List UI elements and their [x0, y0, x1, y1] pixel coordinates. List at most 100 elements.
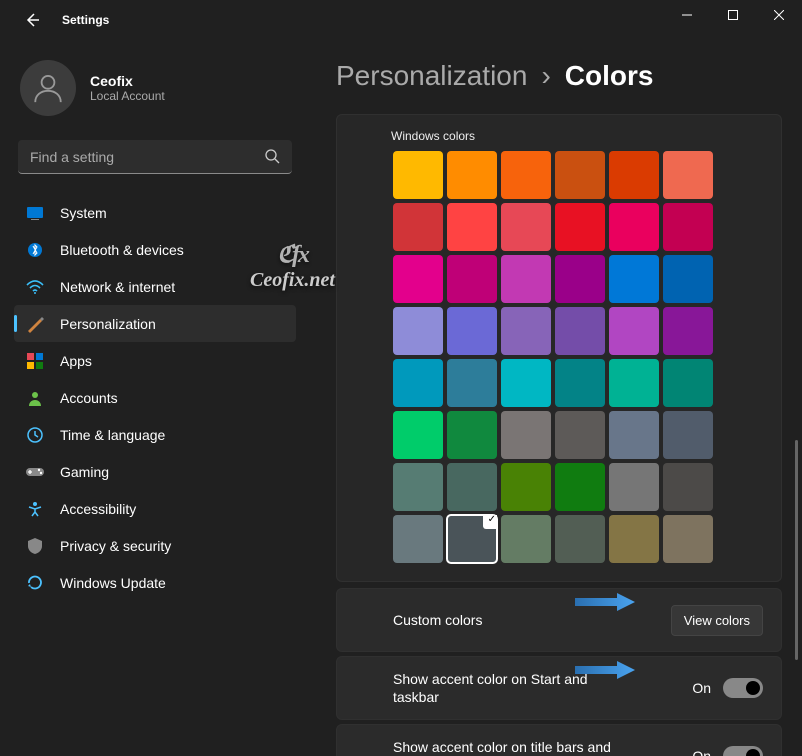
color-swatch[interactable]: [501, 411, 551, 459]
accent-titlebar-toggle[interactable]: [723, 746, 763, 756]
color-swatch[interactable]: [609, 359, 659, 407]
color-swatch[interactable]: [609, 307, 659, 355]
back-button[interactable]: [20, 8, 44, 32]
system-icon: [26, 204, 44, 222]
sidebar-item-system[interactable]: System: [14, 194, 296, 231]
sidebar-item-label: Gaming: [60, 464, 109, 480]
color-swatch[interactable]: ✓: [447, 515, 497, 563]
sidebar-item-network[interactable]: Network & internet: [14, 268, 296, 305]
accent-titlebar-state: On: [692, 748, 711, 756]
color-swatch[interactable]: [393, 307, 443, 355]
scrollbar[interactable]: [795, 440, 798, 660]
sidebar-item-apps[interactable]: Apps: [14, 342, 296, 379]
sidebar-item-time[interactable]: Time & language: [14, 416, 296, 453]
color-swatch[interactable]: [393, 203, 443, 251]
color-swatch[interactable]: [555, 203, 605, 251]
window-title: Settings: [62, 13, 109, 27]
color-swatch[interactable]: [555, 463, 605, 511]
sidebar-item-label: Personalization: [60, 316, 156, 332]
color-swatch[interactable]: [447, 411, 497, 459]
color-swatch[interactable]: [501, 307, 551, 355]
time-icon: [26, 426, 44, 444]
minimize-button[interactable]: [664, 0, 710, 30]
checkmark-icon: ✓: [488, 514, 496, 525]
user-profile[interactable]: Ceofix Local Account: [14, 50, 296, 140]
color-swatch[interactable]: [555, 151, 605, 199]
color-swatch[interactable]: [663, 255, 713, 303]
sidebar-item-label: Accessibility: [60, 501, 136, 517]
color-swatch[interactable]: [501, 463, 551, 511]
sidebar: Ceofix Local Account System Bluetooth & d…: [0, 40, 310, 756]
breadcrumb: Personalization › Colors: [336, 60, 782, 92]
search-input[interactable]: [18, 140, 292, 174]
custom-colors-row: Custom colors View colors: [336, 588, 782, 652]
color-swatch[interactable]: [609, 255, 659, 303]
network-icon: [26, 278, 44, 296]
color-swatch[interactable]: [609, 463, 659, 511]
color-swatch[interactable]: [393, 359, 443, 407]
view-colors-button[interactable]: View colors: [671, 605, 763, 636]
update-icon: [26, 574, 44, 592]
color-swatch[interactable]: [501, 515, 551, 563]
color-swatch[interactable]: [501, 359, 551, 407]
color-swatch[interactable]: [555, 307, 605, 355]
accent-taskbar-toggle[interactable]: [723, 678, 763, 698]
breadcrumb-current: Colors: [565, 60, 654, 92]
sidebar-item-gaming[interactable]: Gaming: [14, 453, 296, 490]
accent-titlebar-label: Show accent color on title bars and wind…: [393, 738, 613, 756]
color-swatch[interactable]: [663, 307, 713, 355]
sidebar-item-label: Apps: [60, 353, 92, 369]
color-swatch[interactable]: [447, 359, 497, 407]
windows-colors-section: Windows colors ✓: [336, 114, 782, 582]
color-swatch[interactable]: [663, 359, 713, 407]
color-swatch[interactable]: [609, 151, 659, 199]
color-swatch[interactable]: [663, 411, 713, 459]
sidebar-item-label: Bluetooth & devices: [60, 242, 184, 258]
color-swatch[interactable]: [555, 255, 605, 303]
sidebar-item-label: Privacy & security: [60, 538, 171, 554]
sidebar-item-label: Time & language: [60, 427, 165, 443]
color-swatch[interactable]: [501, 151, 551, 199]
color-swatch[interactable]: [447, 307, 497, 355]
color-swatch[interactable]: [663, 203, 713, 251]
apps-icon: [26, 352, 44, 370]
color-swatch[interactable]: [663, 515, 713, 563]
sidebar-item-label: Windows Update: [60, 575, 166, 591]
color-swatch[interactable]: [393, 411, 443, 459]
color-swatch[interactable]: [393, 151, 443, 199]
color-swatch[interactable]: [609, 411, 659, 459]
sidebar-item-label: System: [60, 205, 107, 221]
color-swatch[interactable]: [555, 411, 605, 459]
close-button[interactable]: [756, 0, 802, 30]
sidebar-item-accounts[interactable]: Accounts: [14, 379, 296, 416]
sidebar-item-privacy[interactable]: Privacy & security: [14, 527, 296, 564]
sidebar-item-label: Network & internet: [60, 279, 175, 295]
maximize-button[interactable]: [710, 0, 756, 30]
accounts-icon: [26, 389, 44, 407]
sidebar-item-bluetooth[interactable]: Bluetooth & devices: [14, 231, 296, 268]
color-swatch[interactable]: [555, 515, 605, 563]
color-swatch[interactable]: [447, 255, 497, 303]
color-swatch[interactable]: [663, 151, 713, 199]
color-swatch[interactable]: [447, 203, 497, 251]
accessibility-icon: [26, 500, 44, 518]
color-swatch[interactable]: [555, 359, 605, 407]
color-swatch[interactable]: [393, 463, 443, 511]
user-subtitle: Local Account: [90, 89, 165, 103]
color-swatch[interactable]: [393, 515, 443, 563]
color-swatch[interactable]: [447, 463, 497, 511]
sidebar-item-personalization[interactable]: Personalization: [14, 305, 296, 342]
color-swatch[interactable]: [609, 515, 659, 563]
breadcrumb-parent[interactable]: Personalization: [336, 60, 527, 92]
color-swatch[interactable]: [609, 203, 659, 251]
sidebar-item-accessibility[interactable]: Accessibility: [14, 490, 296, 527]
color-swatch[interactable]: [501, 255, 551, 303]
bluetooth-icon: [26, 241, 44, 259]
color-swatch[interactable]: [663, 463, 713, 511]
privacy-icon: [26, 537, 44, 555]
color-swatch[interactable]: [501, 203, 551, 251]
sidebar-item-update[interactable]: Windows Update: [14, 564, 296, 601]
color-swatch[interactable]: [393, 255, 443, 303]
color-swatch[interactable]: [447, 151, 497, 199]
sidebar-item-label: Accounts: [60, 390, 118, 406]
